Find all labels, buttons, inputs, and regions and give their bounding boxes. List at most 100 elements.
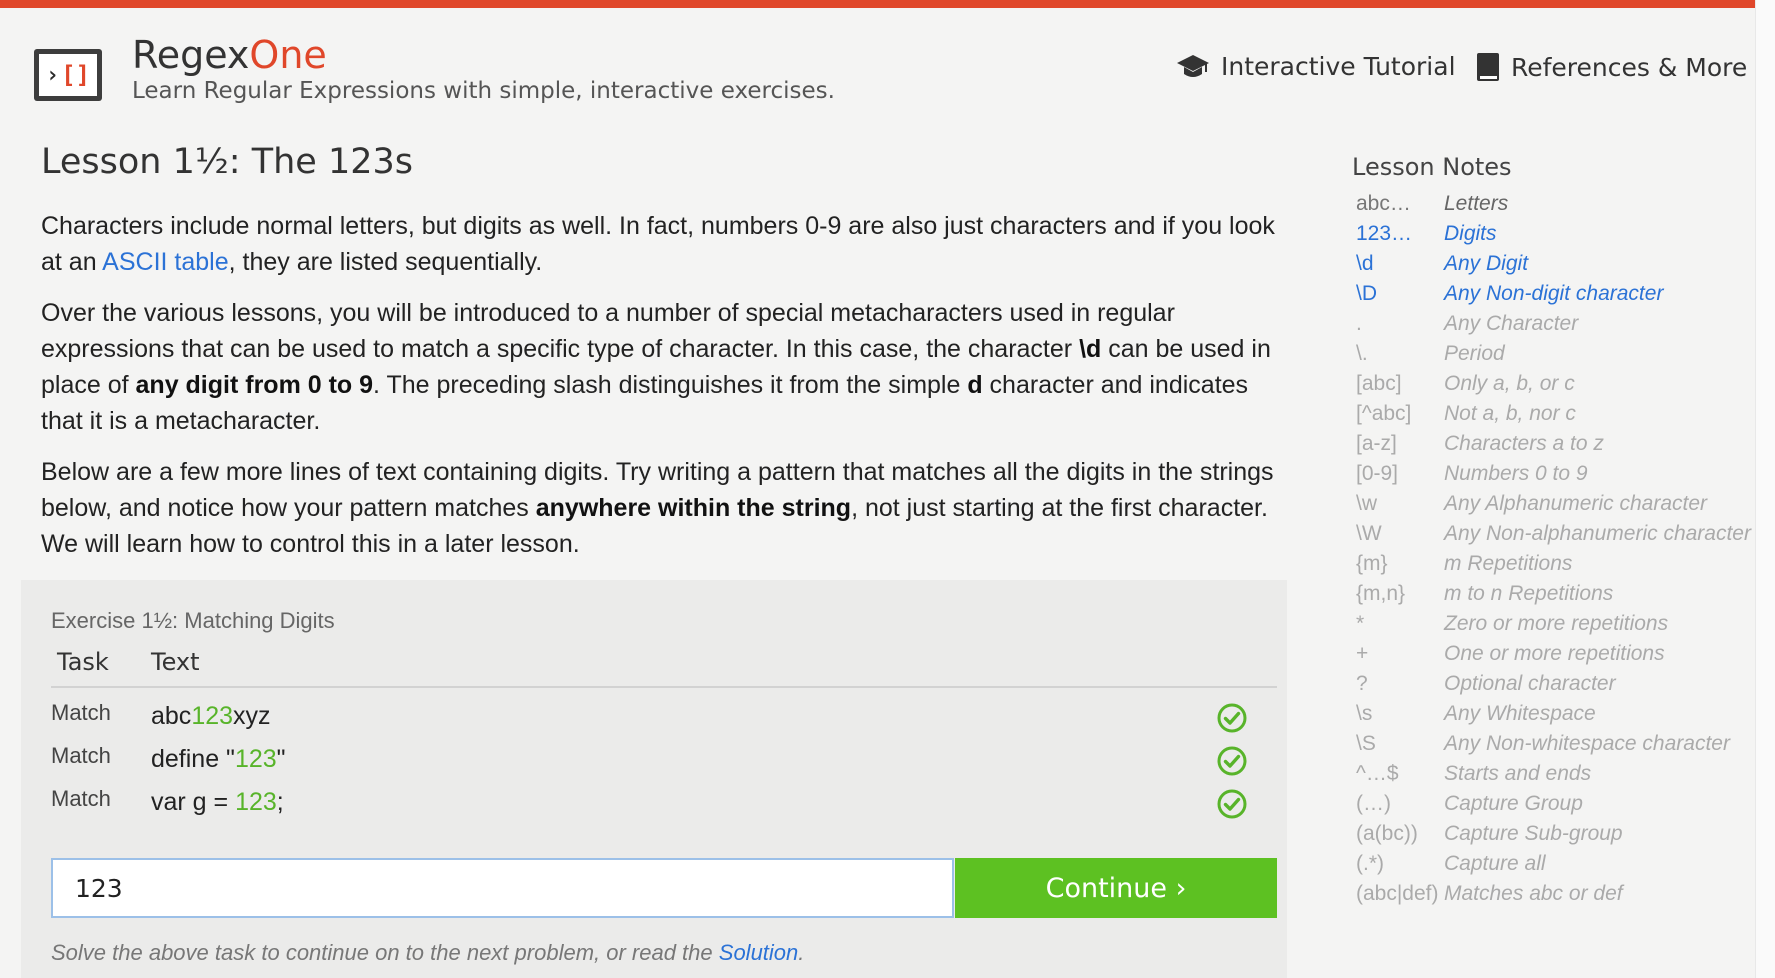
lesson-note-description: One or more repetitions	[1444, 642, 1665, 665]
lesson-note-code: \w	[1356, 492, 1377, 515]
regexone-logo[interactable]: › []	[34, 49, 102, 101]
digit-range-emphasis: any digit from 0 to 9	[135, 371, 374, 399]
logo-chevron-icon: ›	[45, 62, 60, 88]
lesson-note-code: \D	[1356, 282, 1377, 305]
lesson-note-item[interactable]: ? Optional character	[1356, 672, 1756, 702]
text-unmatched: define "	[151, 745, 235, 773]
lesson-paragraph-3: Below are a few more lines of text conta…	[41, 454, 1281, 562]
exercise-footnote: Solve the above task to continue on to t…	[51, 940, 804, 966]
lesson-note-description: Any Non-alphanumeric character	[1444, 522, 1751, 545]
continue-button[interactable]: Continue ›	[955, 858, 1277, 918]
lesson-note-description: Not a, b, nor c	[1444, 402, 1576, 425]
lesson-note-description: Any Alphanumeric character	[1444, 492, 1708, 515]
lesson-note-item[interactable]: (a(bc)) Capture Sub-group	[1356, 822, 1756, 852]
lesson-note-item[interactable]: [a-z] Characters a to z	[1356, 432, 1756, 462]
lesson-note-description: Digits	[1444, 222, 1497, 245]
lesson-note-description: Any Whitespace	[1444, 702, 1596, 725]
lesson-note-code: (a(bc))	[1356, 822, 1418, 845]
lesson-note-code: (.*)	[1356, 852, 1384, 875]
lesson-note-item[interactable]: . Any Character	[1356, 312, 1756, 342]
exercise-row: Match define "123"	[21, 737, 1287, 783]
nav-references[interactable]: References & More	[1476, 52, 1747, 82]
lesson-note-item[interactable]: \. Period	[1356, 342, 1756, 372]
lesson-note-code: +	[1356, 642, 1369, 665]
anywhere-emphasis: anywhere within the string	[535, 494, 852, 522]
lesson-note-description: Capture Group	[1444, 792, 1583, 815]
text-matched: 123	[191, 702, 234, 730]
nav-interactive-tutorial[interactable]: Interactive Tutorial	[1176, 52, 1456, 81]
lesson-note-code: (…)	[1356, 792, 1391, 815]
lesson-paragraph-1: Characters include normal letters, but d…	[41, 208, 1281, 280]
lesson-note-code: \s	[1356, 702, 1373, 725]
lesson-note-description: Matches abc or def	[1444, 882, 1623, 905]
row-task: Match	[51, 700, 111, 725]
logo-glyph: › []	[39, 54, 97, 96]
lesson-note-item[interactable]: \D Any Non-digit character	[1356, 282, 1756, 312]
lesson-note-item[interactable]: abc… Letters	[1356, 192, 1756, 222]
lesson-note-item[interactable]: + One or more repetitions	[1356, 642, 1756, 672]
nav-references-label: References & More	[1511, 52, 1748, 82]
lesson-note-code: ^…$	[1356, 762, 1399, 785]
site-title-regex: Regex	[132, 33, 250, 77]
lesson-note-code: (abc|def)	[1356, 882, 1439, 905]
lesson-note-item[interactable]: \S Any Non-whitespace character	[1356, 732, 1756, 762]
footnote-text: Solve the above task to continue on to t…	[51, 940, 719, 965]
regex-input[interactable]	[51, 858, 954, 918]
lesson-note-item[interactable]: {m} m Repetitions	[1356, 552, 1756, 582]
row-text: var g = 123;	[151, 788, 284, 817]
header-divider	[51, 686, 1277, 688]
lesson-note-item[interactable]: (.*) Capture all	[1356, 852, 1756, 882]
lesson-note-description: Letters	[1444, 192, 1509, 215]
metachar-emphasis: \d	[1079, 335, 1102, 363]
lesson-note-item[interactable]: ^…$ Starts and ends	[1356, 762, 1756, 792]
graduation-cap-icon	[1177, 54, 1209, 77]
lesson-note-item[interactable]: (abc|def) Matches abc or def	[1356, 882, 1756, 912]
row-task: Match	[51, 786, 111, 811]
text-unmatched: var g =	[151, 788, 236, 816]
exercise-row: Match var g = 123;	[21, 780, 1287, 826]
lesson-note-description: m to n Repetitions	[1444, 582, 1614, 605]
row-text: abc123xyz	[151, 702, 271, 731]
lesson-note-item[interactable]: \s Any Whitespace	[1356, 702, 1756, 732]
lesson-note-description: Characters a to z	[1444, 432, 1604, 455]
lesson-note-item[interactable]: \w Any Alphanumeric character	[1356, 492, 1756, 522]
nav-interactive-tutorial-label: Interactive Tutorial	[1221, 52, 1456, 81]
lesson-note-code: .	[1356, 312, 1362, 335]
lesson-note-item[interactable]: [0-9] Numbers 0 to 9	[1356, 462, 1756, 492]
lesson-note-code: \S	[1356, 732, 1376, 755]
scrollbar[interactable]	[1755, 0, 1775, 978]
lesson-note-description: Any Non-digit character	[1444, 282, 1664, 305]
lesson-title: Lesson 1½: The 123s	[41, 142, 413, 182]
lesson-note-item[interactable]: (…) Capture Group	[1356, 792, 1756, 822]
lesson-note-code: [0-9]	[1356, 462, 1399, 485]
top-accent-bar	[0, 0, 1756, 8]
check-circle-icon	[1217, 789, 1247, 819]
text-unmatched: xyz	[233, 702, 271, 730]
lesson-note-code: {m,n}	[1356, 582, 1406, 605]
site-title[interactable]: RegexOne	[132, 34, 327, 76]
text-unmatched: abc	[151, 702, 192, 730]
lesson-note-item[interactable]: \W Any Non-alphanumeric character	[1356, 522, 1756, 552]
footnote-text: .	[798, 940, 805, 965]
lesson-note-description: Period	[1444, 342, 1505, 365]
logo-brackets-icon: []	[61, 61, 91, 89]
lesson-note-item[interactable]: [abc] Only a, b, or c	[1356, 372, 1756, 402]
text-unmatched: ;	[276, 788, 284, 816]
lesson-notes-title: Lesson Notes	[1352, 153, 1512, 181]
exercise-row: Match abc123xyz	[21, 694, 1287, 740]
lesson-note-description: Zero or more repetitions	[1444, 612, 1669, 635]
lesson-note-item[interactable]: 123… Digits	[1356, 222, 1756, 252]
exercise-title: Exercise 1½: Matching Digits	[51, 608, 335, 633]
lesson-note-description: Capture Sub-group	[1444, 822, 1623, 845]
lesson-note-item[interactable]: [^abc] Not a, b, nor c	[1356, 402, 1756, 432]
lesson-note-code: {m}	[1356, 552, 1388, 575]
text-matched: 123	[234, 745, 277, 773]
lesson-note-item[interactable]: * Zero or more repetitions	[1356, 612, 1756, 642]
lesson-note-code: \W	[1356, 522, 1382, 545]
site-title-one: One	[249, 33, 327, 77]
lesson-note-item[interactable]: \d Any Digit	[1356, 252, 1756, 282]
lesson-note-item[interactable]: {m,n} m to n Repetitions	[1356, 582, 1756, 612]
solution-link[interactable]: Solution	[719, 940, 799, 965]
lesson-note-description: m Repetitions	[1444, 552, 1573, 575]
ascii-table-link[interactable]: ASCII table	[102, 248, 228, 276]
